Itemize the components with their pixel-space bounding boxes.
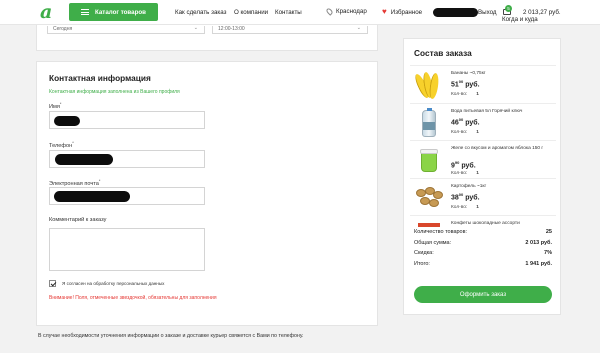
item-name: Конфеты шоколадные ассорти (451, 221, 520, 226)
summary-row-final: Итого: 1 941 руб. (414, 260, 552, 267)
logout-link[interactable]: Выход (478, 9, 497, 16)
delivery-card: Сегодня ⌄ 12:00-13:00 ⌄ (36, 25, 378, 51)
name-redacted (54, 116, 80, 126)
city-selector[interactable]: Краснодар (325, 7, 367, 16)
delivery-when-where[interactable]: Когда и куда (502, 16, 538, 23)
banana-image (412, 70, 444, 100)
contact-hint: Контактная информация заполнена из Вашег… (49, 89, 180, 95)
chevron-down-icon: ⌄ (193, 25, 198, 31)
delivery-day-value: Сегодня (53, 26, 73, 32)
favorites-label: Избранное (390, 8, 423, 16)
phone-label: Телефон* (49, 140, 74, 149)
name-field[interactable] (49, 111, 205, 129)
contact-title: Контактная информация (49, 73, 151, 83)
summary-row-discount: Скидка: 7% (414, 250, 552, 256)
water-bottle-image (414, 107, 444, 138)
item-price: 5100 руб. (451, 79, 480, 89)
email-field[interactable] (49, 187, 205, 205)
city-name: Краснодар (336, 8, 367, 15)
list-item: Бананы ~0,75кг 5100 руб. Кол-во: 1 (410, 65, 556, 103)
comment-textarea[interactable] (49, 228, 205, 271)
potato-image (414, 183, 444, 213)
chevron-down-icon: ⌄ (356, 25, 361, 31)
delivery-day-select[interactable]: Сегодня ⌄ (47, 25, 205, 34)
order-items-list[interactable]: Бананы ~0,75кг 5100 руб. Кол-во: 1 Вода п… (410, 65, 556, 255)
site-header: a Каталог товаров Как сделать заказ О ко… (0, 0, 600, 25)
nav-link-about[interactable]: О компании (234, 9, 268, 16)
list-item: Вода питьевая 5л Горячий ключ 4600 руб. … (410, 102, 556, 141)
item-qty: Кол-во: 1 (451, 171, 479, 176)
required-warning: Внимание! Поля, отмеченные звездочкой, о… (49, 295, 217, 301)
item-name: Картофель ~1кг (451, 183, 487, 189)
order-summary: Количество товаров: 25 Общая сумма: 2 013 … (414, 229, 552, 271)
catalog-button-label: Каталог товаров (95, 8, 146, 16)
jelly-cup-image (414, 145, 444, 175)
menu-icon (81, 9, 89, 15)
list-item: Картофель ~1кг 3800 руб. Кол-во: 1 (410, 177, 556, 216)
item-qty: Кол-во: 1 (451, 92, 479, 97)
catalog-button[interactable]: Каталог товаров (69, 3, 158, 21)
favorites-link[interactable]: ♥ Избранное (382, 8, 422, 16)
comment-label: Комментарий к заказу (49, 217, 107, 223)
phone-field[interactable] (49, 150, 205, 168)
consent-checkbox[interactable] (49, 280, 56, 287)
order-panel: Состав заказа Бананы ~0,75кг 5100 руб. К… (403, 38, 561, 315)
consent-label: Я согласен на обработку персональных дан… (62, 281, 165, 286)
location-pin-icon (325, 7, 334, 16)
item-name: Желе со вкусом и ароматом яблока 150 г (451, 146, 544, 151)
phone-redacted (55, 154, 113, 165)
nav-link-how-to-order[interactable]: Как сделать заказ (175, 9, 226, 16)
nav-link-contacts[interactable]: Контакты (275, 9, 302, 16)
courier-note: В случае необходимости уточнения информа… (38, 333, 304, 339)
item-qty: Кол-во: 1 (451, 129, 479, 135)
item-price: 4600 руб. (451, 116, 480, 126)
cart-icon[interactable]: 5 (502, 5, 512, 16)
email-redacted (54, 191, 130, 202)
item-qty: Кол-во: 1 (451, 204, 479, 210)
item-price: 3800 руб. (451, 191, 480, 201)
name-label: Имя* (49, 101, 62, 110)
logo-icon[interactable]: a (40, 3, 58, 22)
delivery-time-value: 12:00-13:00 (218, 26, 245, 32)
summary-row-count: Количество товаров: 25 (414, 229, 552, 235)
contact-info-card: Контактная информация Контактная информа… (36, 61, 378, 326)
user-name-redacted (433, 8, 478, 17)
delivery-time-select[interactable]: 12:00-13:00 ⌄ (212, 25, 368, 34)
item-name: Бананы ~0,75кг (451, 71, 486, 76)
item-price: 990 руб. (451, 160, 476, 170)
order-title: Состав заказа (414, 48, 472, 58)
submit-order-button[interactable]: Оформить заказ (414, 286, 552, 303)
cart-sum[interactable]: 2 013,27 руб. (523, 9, 561, 16)
item-name: Вода питьевая 5л Горячий ключ (451, 108, 523, 114)
email-label: Электронная почта* (49, 178, 101, 187)
heart-icon: ♥ (382, 7, 387, 16)
list-item: Желе со вкусом и ароматом яблока 150 г 9… (410, 140, 556, 178)
cart-count-badge: 5 (505, 5, 512, 12)
summary-row-total: Общая сумма: 2 013 руб. (414, 239, 552, 246)
consent-row[interactable]: Я согласен на обработку персональных дан… (49, 280, 164, 287)
